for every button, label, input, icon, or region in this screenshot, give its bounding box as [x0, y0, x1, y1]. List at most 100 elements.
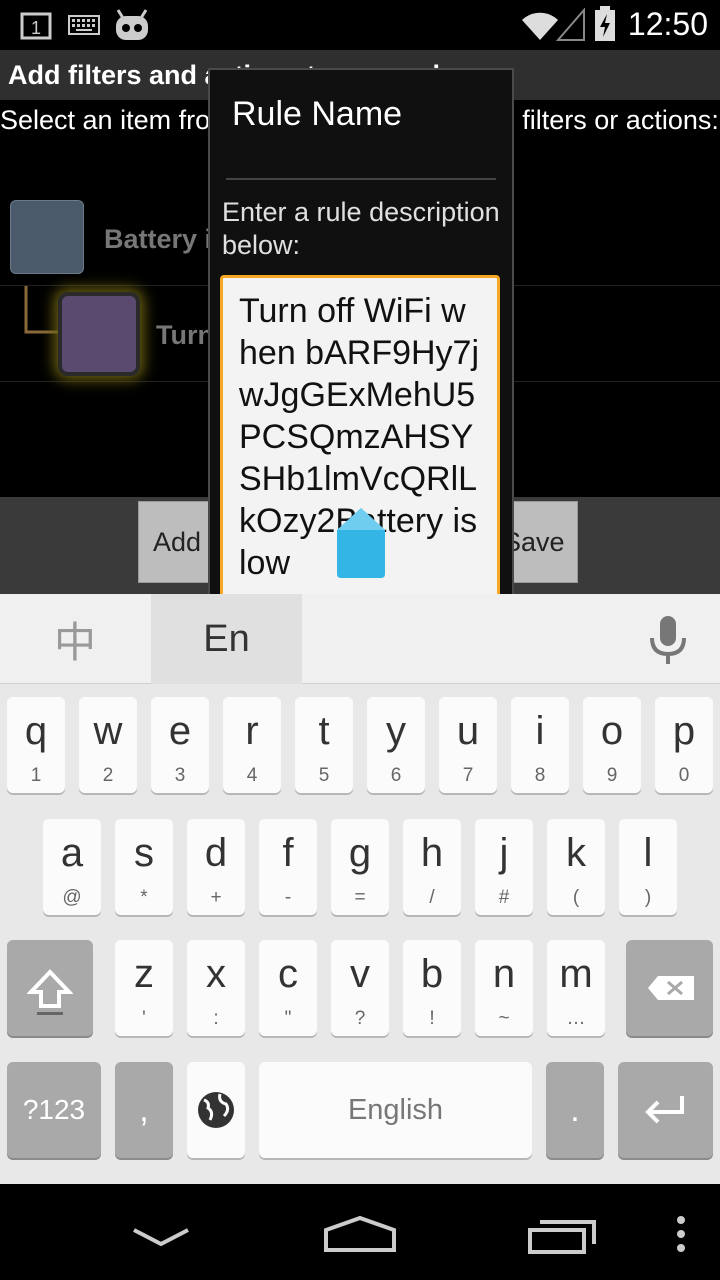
key-v[interactable]: v? [331, 940, 389, 1036]
key-b[interactable]: b! [403, 940, 461, 1036]
key-hint: # [498, 887, 510, 908]
key-hint: … [566, 1008, 586, 1029]
shift-key[interactable] [7, 940, 93, 1036]
key-l[interactable]: l) [619, 819, 677, 915]
key-letter: o [600, 709, 624, 753]
key-hint: 7 [462, 765, 474, 786]
key-hint: 5 [318, 765, 330, 786]
key-hint: * [140, 887, 148, 908]
key-hint: 9 [606, 765, 618, 786]
enter-arrow-icon [645, 1096, 684, 1124]
key-letter: y [386, 709, 406, 753]
language-switch-key[interactable] [187, 1062, 245, 1158]
key-c[interactable]: c " [259, 940, 317, 1036]
key-y[interactable]: y6 [367, 697, 425, 793]
key-letter: d [204, 831, 228, 875]
text-cursor-handle[interactable] [335, 506, 387, 580]
key-j[interactable]: j # [475, 819, 533, 915]
key-letter: c [278, 952, 298, 996]
key-hint: " [284, 1008, 292, 1029]
key-o[interactable]: o9 [583, 697, 641, 793]
key-letter: e [168, 709, 192, 753]
english-mode-button[interactable]: En [151, 594, 302, 684]
soft-keyboard: 中 En q1w2e3r4t5y6u7i8o9p0 a @ s * d + f - g = h / j #… [0, 594, 720, 1184]
key-a[interactable]: a @ [43, 819, 101, 915]
dialog-title: Rule Name [232, 95, 403, 133]
key-q[interactable]: q1 [7, 697, 65, 793]
key-letter: t [318, 709, 330, 753]
notification-1-icon: 1 [20, 12, 52, 40]
key-letter: r [245, 709, 259, 753]
key-hint: 0 [678, 765, 690, 786]
key-p[interactable]: p0 [655, 697, 713, 793]
key-hint: 4 [246, 765, 258, 786]
period-key[interactable]: . [546, 1062, 604, 1158]
key-hint: ' [142, 1008, 146, 1029]
dialog-message: Enter a rule description below: [222, 197, 500, 260]
cyanogen-bot-icon [116, 9, 148, 40]
key-d[interactable]: d + [187, 819, 245, 915]
status-bar: 1 12:50 [0, 0, 720, 50]
hide-keyboard-icon[interactable] [130, 1226, 192, 1250]
key-hint: ~ [498, 1008, 510, 1029]
globe-icon [198, 1092, 234, 1128]
signal-icon [556, 8, 585, 41]
key-hint: ! [429, 1008, 435, 1029]
key-hint: 6 [390, 765, 402, 786]
home-icon[interactable] [322, 1214, 398, 1254]
key-letter: f [282, 831, 294, 875]
menu-overflow-icon[interactable] [672, 1214, 690, 1254]
key-hint: ? [354, 1008, 366, 1029]
key-t[interactable]: t5 [295, 697, 353, 793]
key-w[interactable]: w2 [79, 697, 137, 793]
key-i[interactable]: i8 [511, 697, 569, 793]
keyboard-icon [68, 15, 100, 35]
key-g[interactable]: g = [331, 819, 389, 915]
enter-key[interactable] [618, 1062, 713, 1158]
comma-key[interactable]: , [115, 1062, 173, 1158]
key-hint: ( [572, 887, 580, 908]
key-letter: j [499, 831, 509, 875]
key-hint: 1 [30, 765, 42, 786]
key-hint: 2 [102, 765, 114, 786]
key-letter: z [134, 952, 154, 996]
symbols-key[interactable]: ?123 [7, 1062, 101, 1158]
key-f[interactable]: f- [259, 819, 317, 915]
key-e[interactable]: e3 [151, 697, 209, 793]
key-hint: ) [644, 887, 652, 908]
chinese-mode-button[interactable]: 中 [0, 594, 150, 684]
key-hint: - [284, 887, 292, 908]
space-key[interactable]: English [259, 1062, 532, 1158]
key-n[interactable]: n ~ [475, 940, 533, 1036]
action-tile-icon [58, 292, 140, 376]
key-letter: i [535, 709, 545, 753]
key-hint: 8 [534, 765, 546, 786]
key-letter: a [60, 831, 84, 875]
clock: 12:50 [627, 6, 708, 42]
key-letter: g [348, 831, 372, 875]
microphone-icon[interactable] [640, 612, 696, 668]
key-letter: p [672, 709, 696, 753]
key-letter: v [350, 952, 370, 996]
key-m[interactable]: m… [547, 940, 605, 1036]
key-letter: l [643, 831, 653, 875]
key-letter: s [134, 831, 154, 875]
key-letter: k [566, 831, 586, 875]
key-letter: n [492, 952, 516, 996]
keyboard-top-bar: 中 En [0, 594, 720, 684]
wifi-icon [522, 12, 558, 41]
filter-tile-icon [10, 200, 84, 274]
backspace-key[interactable] [626, 940, 713, 1036]
svg-text:1: 1 [31, 18, 41, 38]
key-hint: / [429, 887, 435, 908]
key-letter: x [206, 952, 226, 996]
recent-apps-icon[interactable] [526, 1216, 598, 1256]
key-z[interactable]: z ' [115, 940, 173, 1036]
key-k[interactable]: k( [547, 819, 605, 915]
key-r[interactable]: r4 [223, 697, 281, 793]
key-s[interactable]: s * [115, 819, 173, 915]
key-h[interactable]: h / [403, 819, 461, 915]
key-u[interactable]: u7 [439, 697, 497, 793]
key-x[interactable]: x: [187, 940, 245, 1036]
key-hint: @ [62, 887, 82, 908]
